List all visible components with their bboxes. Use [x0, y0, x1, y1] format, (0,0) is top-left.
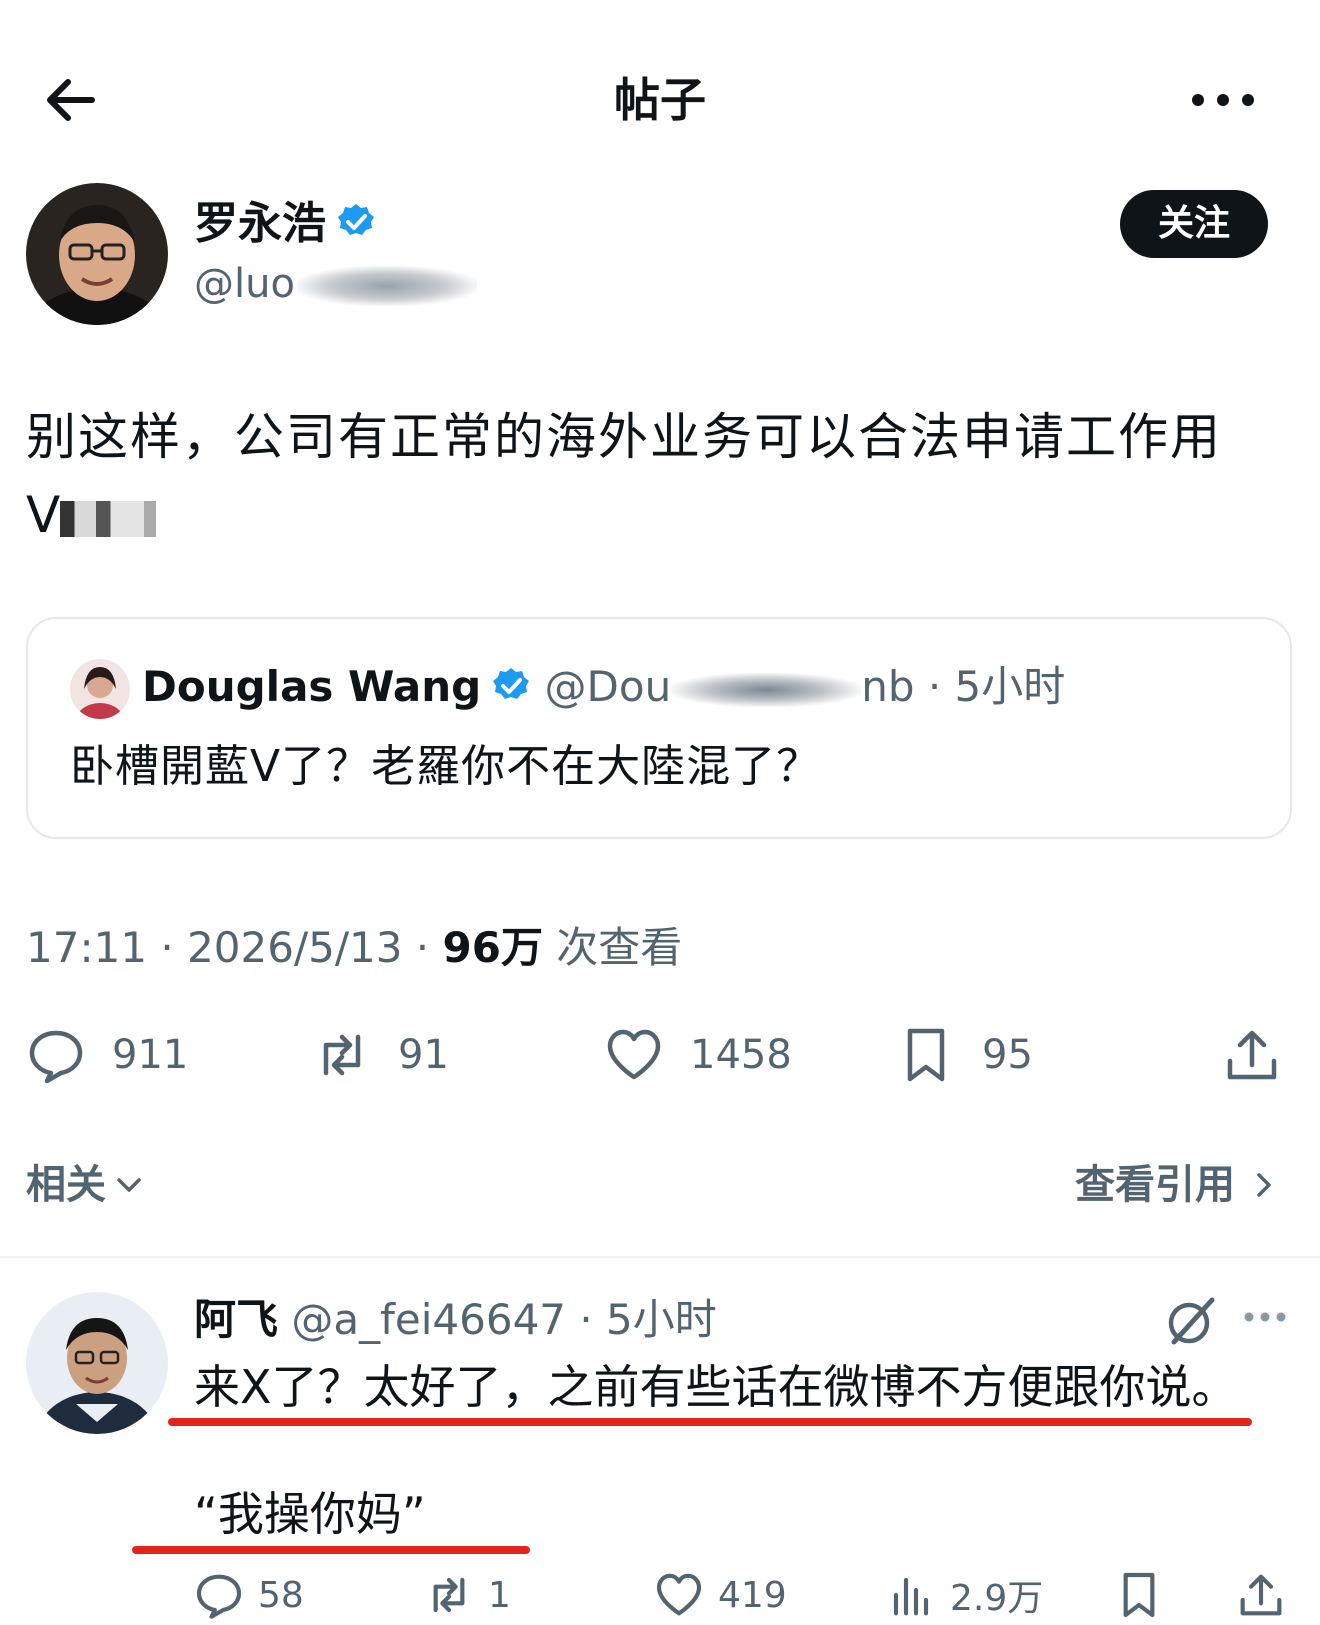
reply-count: 911 [112, 1032, 189, 1078]
reply-author-avatar[interactable] [26, 1292, 168, 1434]
bookmark-icon [907, 1028, 945, 1082]
quoted-post-text: 卧槽開藍V了？老羅你不在大陸混了？ [70, 741, 822, 792]
quoted-post-card[interactable]: Douglas Wang @Dou nb · 5小时 卧槽開藍V了？老羅你不在大陸… [26, 617, 1292, 839]
quoted-avatar-image [70, 659, 130, 719]
post-text-line2-text: V [26, 486, 61, 544]
author-handle[interactable]: @luo [194, 256, 477, 312]
view-label: 次查看 [542, 923, 683, 972]
chevron-down-icon [117, 1178, 141, 1192]
more-options-button[interactable] [1188, 80, 1258, 120]
quoted-handle-time: nb · 5小时 [861, 662, 1066, 711]
reply-like-count: 419 [718, 1574, 787, 1616]
view-count: 96万 [442, 923, 543, 972]
follow-button[interactable]: 关注 [1120, 190, 1268, 258]
analytics-bars-icon [893, 1577, 929, 1616]
author-avatar[interactable] [26, 183, 168, 325]
repost-button[interactable]: 91 [312, 1022, 449, 1088]
bookmark-count: 95 [982, 1032, 1033, 1078]
bookmark-icon [1123, 1572, 1155, 1618]
quoted-author-avatar [70, 659, 130, 719]
more-dots-icon [1244, 1312, 1286, 1322]
grok-button[interactable] [1162, 1292, 1220, 1350]
post-text-line2: V [26, 480, 181, 550]
share-icon [1227, 1030, 1277, 1080]
quoted-header: Douglas Wang @Dou nb · 5小时 [142, 657, 1065, 717]
author-avatar-image [26, 183, 168, 325]
like-button[interactable]: 1458 [604, 1022, 792, 1088]
quoted-handle-blur-mask [671, 672, 862, 707]
reply-share-button[interactable] [1236, 1565, 1286, 1625]
grok-slash-icon [1168, 1297, 1215, 1345]
handle-blur-mask [296, 266, 477, 306]
reply-views-button[interactable]: 2.9万 [886, 1565, 1043, 1625]
author-handle-text: @luo [194, 261, 295, 307]
red-underline-annotation [132, 1546, 530, 1554]
repost-count: 91 [398, 1032, 449, 1078]
post-text: 别这样，公司有正常的海外业务可以合法申请工作用 [26, 408, 1222, 466]
share-button[interactable] [1222, 1022, 1282, 1088]
like-count: 1458 [690, 1032, 792, 1078]
reply-like-button[interactable]: 419 [654, 1565, 787, 1625]
reply-author-name[interactable]: 阿飞 [194, 1295, 278, 1344]
view-quotes-link[interactable]: 查看引用 [1075, 1155, 1279, 1215]
reply-button[interactable]: 911 [26, 1022, 188, 1088]
share-icon [1240, 1574, 1282, 1616]
reply-more-button[interactable] [1242, 1300, 1288, 1334]
reply-bubble-icon [29, 1030, 83, 1084]
chevron-right-icon [1257, 1173, 1271, 1197]
view-quotes-label: 查看引用 [1075, 1162, 1235, 1208]
repost-icon [323, 1034, 361, 1076]
section-divider [0, 1256, 1320, 1258]
quoted-author-name: Douglas Wang [142, 662, 482, 711]
reply-repost-count: 1 [488, 1574, 511, 1616]
bookmark-button[interactable]: 95 [896, 1022, 1033, 1088]
reply-reply-count: 58 [258, 1574, 304, 1616]
quoted-author-handle: @Dou [544, 662, 672, 711]
heart-icon [607, 1029, 661, 1080]
verified-badge-icon [338, 204, 374, 235]
author-name-text: 罗永浩 [194, 198, 326, 249]
timestamp-text: 17:11 · 2026/5/13 · [26, 923, 443, 972]
reply-repost-button[interactable]: 1 [424, 1565, 511, 1625]
red-underline-annotation [168, 1418, 1252, 1426]
reply-reply-button[interactable]: 58 [194, 1565, 304, 1625]
reply-bubble-icon [196, 1574, 242, 1619]
related-dropdown[interactable]: 相关 [26, 1155, 144, 1215]
related-label: 相关 [26, 1162, 106, 1208]
text-blur-mask [60, 500, 181, 537]
reply-header: 阿飞 @a_fei46647 · 5小时 [194, 1290, 717, 1350]
repost-icon [433, 1577, 465, 1613]
reply-quote-text: “我操你妈” [194, 1487, 426, 1541]
reply-avatar-image [26, 1292, 168, 1434]
reply-views-count: 2.9万 [950, 1578, 1044, 1619]
reply-text: 来X了？太好了，之前有些话在微博不方便跟你说。 [194, 1360, 1238, 1414]
page-title: 帖子 [614, 73, 706, 127]
reply-bookmark-button[interactable] [1114, 1565, 1164, 1625]
heart-icon [656, 1573, 702, 1616]
post-timestamp: 17:11 · 2026/5/13 · 96万 次查看 [26, 918, 682, 978]
author-name[interactable]: 罗永浩 [194, 196, 376, 252]
verified-badge-icon [493, 667, 530, 699]
reply-handle-time: @a_fei46647 · 5小时 [278, 1295, 717, 1344]
more-dots-icon [1192, 94, 1254, 106]
